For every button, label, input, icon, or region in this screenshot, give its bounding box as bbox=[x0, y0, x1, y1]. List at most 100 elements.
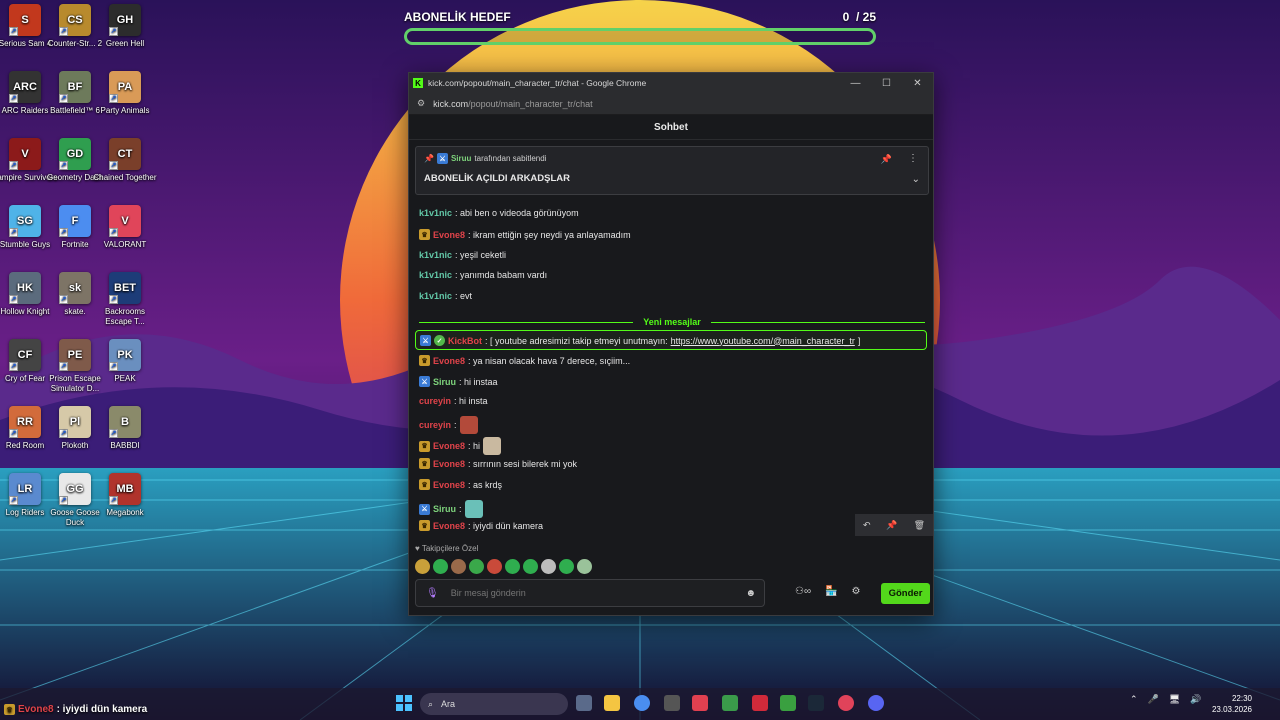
emote-button[interactable] bbox=[487, 559, 502, 574]
obs-icon[interactable] bbox=[664, 695, 680, 711]
verified-badge-icon: ✓ bbox=[434, 335, 445, 346]
subscriber-badge-icon: ♛ bbox=[419, 479, 430, 490]
chat-message: k1v1nic: evt bbox=[419, 291, 472, 301]
chat-username[interactable]: cureyin bbox=[419, 420, 451, 430]
network-icon[interactable]: 🖥 bbox=[1169, 694, 1180, 705]
send-button[interactable]: Gönder bbox=[881, 583, 930, 604]
gear-icon[interactable]: ⚙ bbox=[852, 586, 861, 597]
desktop-icon[interactable]: CT ↗ Chained Together bbox=[92, 138, 158, 183]
emote-button[interactable] bbox=[469, 559, 484, 574]
emote-button[interactable] bbox=[541, 559, 556, 574]
chrome-icon[interactable] bbox=[634, 695, 650, 711]
goal-progress-bar bbox=[404, 28, 876, 45]
desktop-icon[interactable]: BET ↗ Backrooms Escape T... bbox=[92, 272, 158, 327]
youtube-link[interactable]: https://www.youtube.com/@main_character_… bbox=[671, 336, 855, 346]
steam-icon[interactable] bbox=[808, 695, 824, 711]
chat-message-input[interactable] bbox=[450, 588, 746, 598]
emote-button[interactable] bbox=[415, 559, 430, 574]
new-messages-divider: Yeni mesajlar bbox=[419, 317, 926, 327]
xbox-app-icon[interactable] bbox=[780, 695, 796, 711]
chat-username[interactable]: k1v1nic bbox=[419, 291, 452, 301]
chat-message: k1v1nic: yeşil ceketli bbox=[419, 250, 506, 260]
chat-username[interactable]: KickBot bbox=[448, 336, 482, 346]
app-icon-red[interactable] bbox=[692, 695, 708, 711]
emote-button[interactable] bbox=[433, 559, 448, 574]
subscriber-badge-icon: ♛ bbox=[419, 458, 430, 469]
pinned-by: 📌 ⚔ Siruu tarafından sabitlendi bbox=[424, 153, 547, 164]
discord-icon[interactable] bbox=[868, 695, 884, 711]
chat-username[interactable]: Evone8 bbox=[433, 356, 465, 366]
desktop-icon[interactable]: PA ↗ Party Animals bbox=[92, 71, 158, 116]
goal-count: 0 / 25 bbox=[842, 10, 876, 24]
chat-username[interactable]: k1v1nic bbox=[419, 270, 452, 280]
emote-button[interactable] bbox=[559, 559, 574, 574]
store-icon[interactable]: 🏪 bbox=[825, 586, 837, 597]
site-settings-icon[interactable]: ⚙ bbox=[417, 98, 425, 109]
chat-username[interactable]: Evone8 bbox=[433, 230, 465, 240]
address-bar[interactable]: ⚙ kick.com/popout/main_character_tr/chat bbox=[409, 93, 933, 115]
app-icon: S ↗ bbox=[9, 4, 41, 36]
subscriber-badge-icon: ♛ bbox=[419, 229, 430, 240]
shortcut-arrow-icon: ↗ bbox=[9, 429, 18, 438]
chat-message: ⚔ Siruu: bbox=[419, 500, 483, 518]
desktop-icon[interactable]: V ↗ VALORANT bbox=[92, 205, 158, 250]
chat-username[interactable]: Evone8 bbox=[433, 480, 465, 490]
settings-app-icon[interactable] bbox=[576, 695, 592, 711]
pinned-message[interactable]: 📌 ⚔ Siruu tarafından sabitlendi ABONELİK… bbox=[415, 146, 929, 195]
emote-button[interactable] bbox=[577, 559, 592, 574]
chat-username[interactable]: Evone8 bbox=[433, 441, 465, 451]
delete-icon[interactable]: 🗑 bbox=[914, 520, 925, 531]
users-icon[interactable]: ⚇∞ bbox=[795, 586, 811, 597]
volume-icon[interactable]: 🔊 bbox=[1190, 694, 1201, 705]
reply-icon[interactable]: ↶ bbox=[863, 520, 871, 531]
chevron-down-icon[interactable]: ⌄ bbox=[912, 174, 920, 185]
chat-username[interactable]: cureyin bbox=[419, 396, 451, 406]
shortcut-arrow-icon: ↗ bbox=[9, 496, 18, 505]
chat-username[interactable]: Evone8 bbox=[433, 459, 465, 469]
chat-text: : hi instaa bbox=[459, 376, 498, 387]
chevron-up-icon[interactable]: ⌃ bbox=[1130, 694, 1138, 705]
desktop-icon[interactable]: PK ↗ PEAK bbox=[92, 339, 158, 384]
emote-button[interactable] bbox=[505, 559, 520, 574]
shortcut-arrow-icon: ↗ bbox=[59, 94, 68, 103]
moderator-badge-icon: ⚔ bbox=[419, 503, 430, 515]
app-icon: PA ↗ bbox=[109, 71, 141, 103]
minimize-button[interactable]: — bbox=[840, 78, 871, 89]
close-button[interactable]: ✕ bbox=[902, 78, 933, 89]
file-explorer-icon[interactable] bbox=[604, 695, 620, 711]
window-titlebar[interactable]: K kick.com/popout/main_character_tr/chat… bbox=[409, 73, 933, 93]
chat-message: cureyin: hi insta bbox=[419, 396, 488, 406]
clock[interactable]: 22:30 23.03.2026 bbox=[1208, 693, 1252, 715]
emote-image bbox=[459, 416, 478, 434]
chat-username[interactable]: Siruu bbox=[433, 504, 456, 514]
desktop-icon[interactable]: GH ↗ Green Hell bbox=[92, 4, 158, 49]
app-icon: PK ↗ bbox=[109, 339, 141, 371]
shortcut-arrow-icon: ↗ bbox=[59, 362, 68, 371]
windows-start-icon[interactable] bbox=[396, 695, 412, 711]
desktop-icon[interactable]: MB ↗ Megabonk bbox=[92, 473, 158, 518]
app-icon-pink[interactable] bbox=[838, 695, 854, 711]
chat-username[interactable]: k1v1nic bbox=[419, 208, 452, 218]
microphone-icon[interactable]: 🎙 bbox=[426, 588, 439, 599]
chat-message: ♛ Evone8: sırrının sesi bilerek mi yok bbox=[419, 458, 577, 469]
taskbar-search[interactable]: ⌕ Ara bbox=[420, 693, 568, 715]
microphone-tray-icon[interactable]: 🎤 bbox=[1148, 694, 1159, 705]
more-options-icon[interactable]: ⋮ bbox=[908, 153, 918, 164]
chat-text: : yeşil ceketli bbox=[455, 250, 507, 260]
emote-button[interactable] bbox=[523, 559, 538, 574]
shortcut-arrow-icon: ↗ bbox=[109, 27, 118, 36]
emoji-picker-icon[interactable]: ☻ bbox=[745, 588, 756, 599]
app-icon-crimson[interactable] bbox=[752, 695, 768, 711]
chat-username[interactable]: Siruu bbox=[433, 377, 456, 387]
emote-button[interactable] bbox=[451, 559, 466, 574]
pin-message-icon[interactable]: 📌 bbox=[886, 520, 897, 531]
unpin-icon[interactable]: 📌 bbox=[881, 154, 892, 165]
chat-message: cureyin: bbox=[419, 416, 478, 434]
chat-username[interactable]: k1v1nic bbox=[419, 250, 452, 260]
chat-username[interactable]: Evone8 bbox=[433, 521, 465, 531]
xbox-icon[interactable] bbox=[722, 695, 738, 711]
moderator-badge-icon: ⚔ bbox=[436, 153, 448, 164]
maximize-button[interactable]: ☐ bbox=[871, 78, 902, 89]
system-tray: ⌃ 🎤 🖥 🔊 bbox=[1130, 694, 1201, 705]
desktop-icon[interactable]: B ↗ BABBDI bbox=[92, 406, 158, 451]
